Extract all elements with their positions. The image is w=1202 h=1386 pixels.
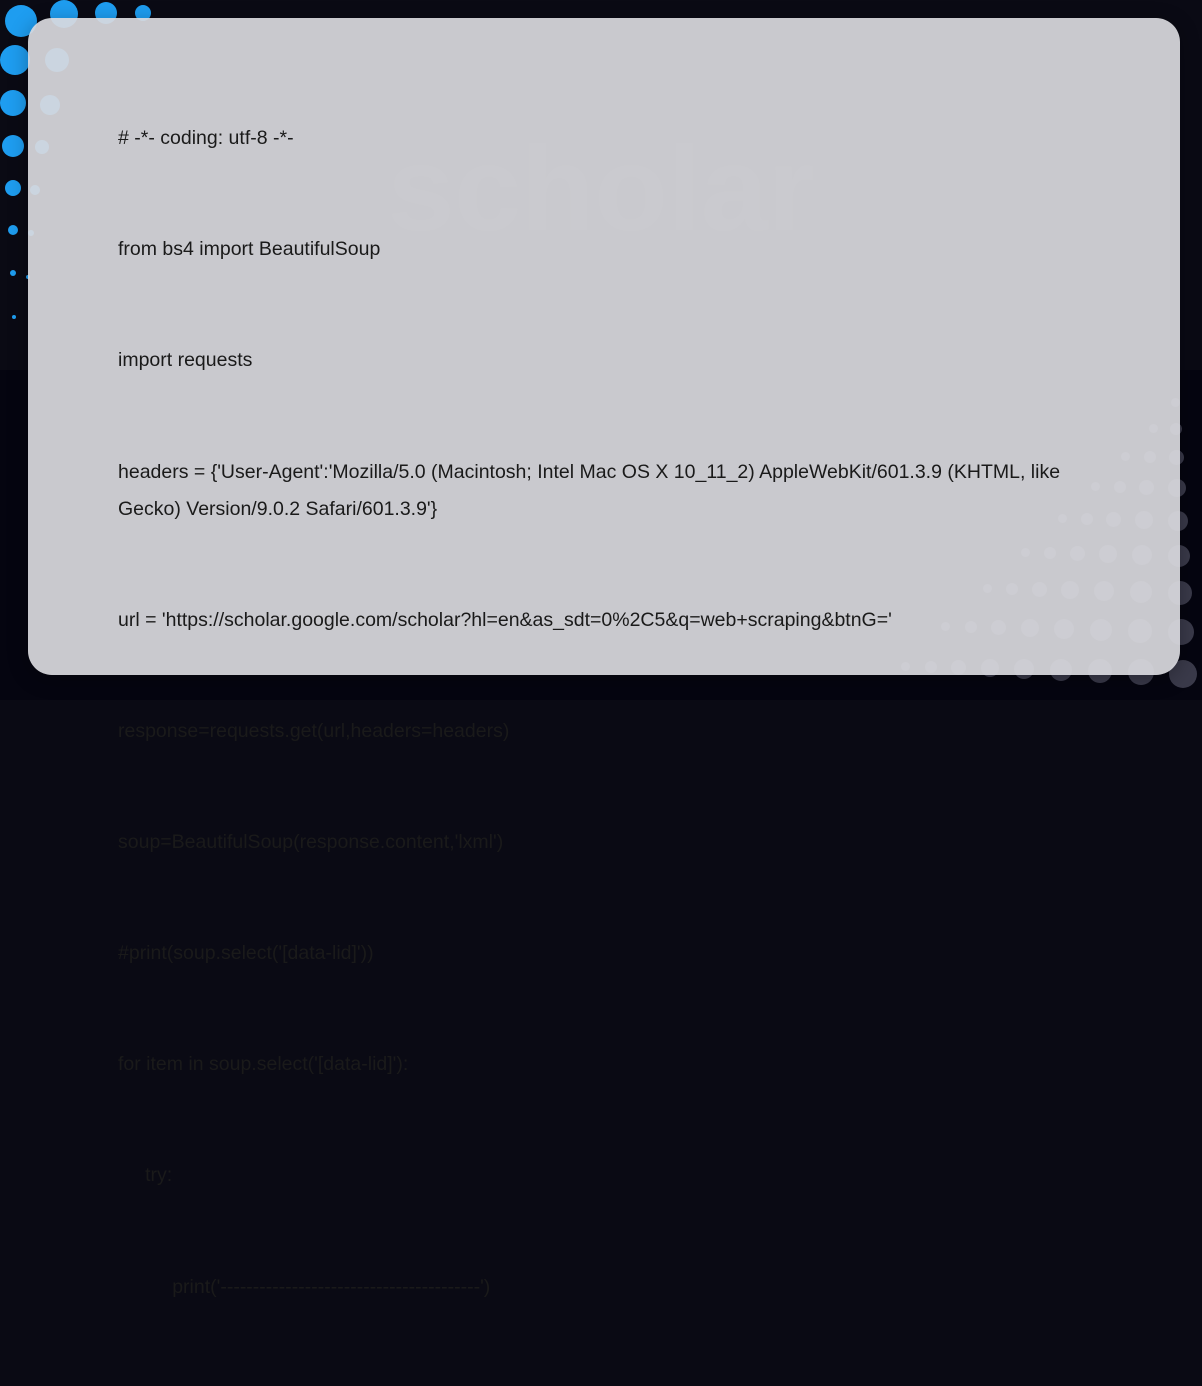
code-line: from bs4 import BeautifulSoup (118, 231, 1090, 268)
code-line: #print(soup.select('[data-lid]')) (118, 935, 1090, 972)
code-card: # -*- coding: utf-8 -*- from bs4 import … (28, 18, 1180, 675)
code-line: import requests (118, 342, 1090, 379)
code-line: for item in soup.select('[data-lid]'): (118, 1046, 1090, 1083)
code-line: print(item) (118, 1380, 1090, 1386)
code-line: response=requests.get(url,headers=header… (118, 713, 1090, 750)
code-line: try: (118, 1157, 1090, 1194)
code-line: print('---------------------------------… (118, 1269, 1090, 1306)
code-snippet: # -*- coding: utf-8 -*- from bs4 import … (118, 46, 1090, 1386)
code-line: url = 'https://scholar.google.com/schola… (118, 602, 1090, 639)
code-line: # -*- coding: utf-8 -*- (118, 120, 1090, 157)
code-line: headers = {'User-Agent':'Mozilla/5.0 (Ma… (118, 454, 1090, 528)
code-line: soup=BeautifulSoup(response.content,'lxm… (118, 824, 1090, 861)
